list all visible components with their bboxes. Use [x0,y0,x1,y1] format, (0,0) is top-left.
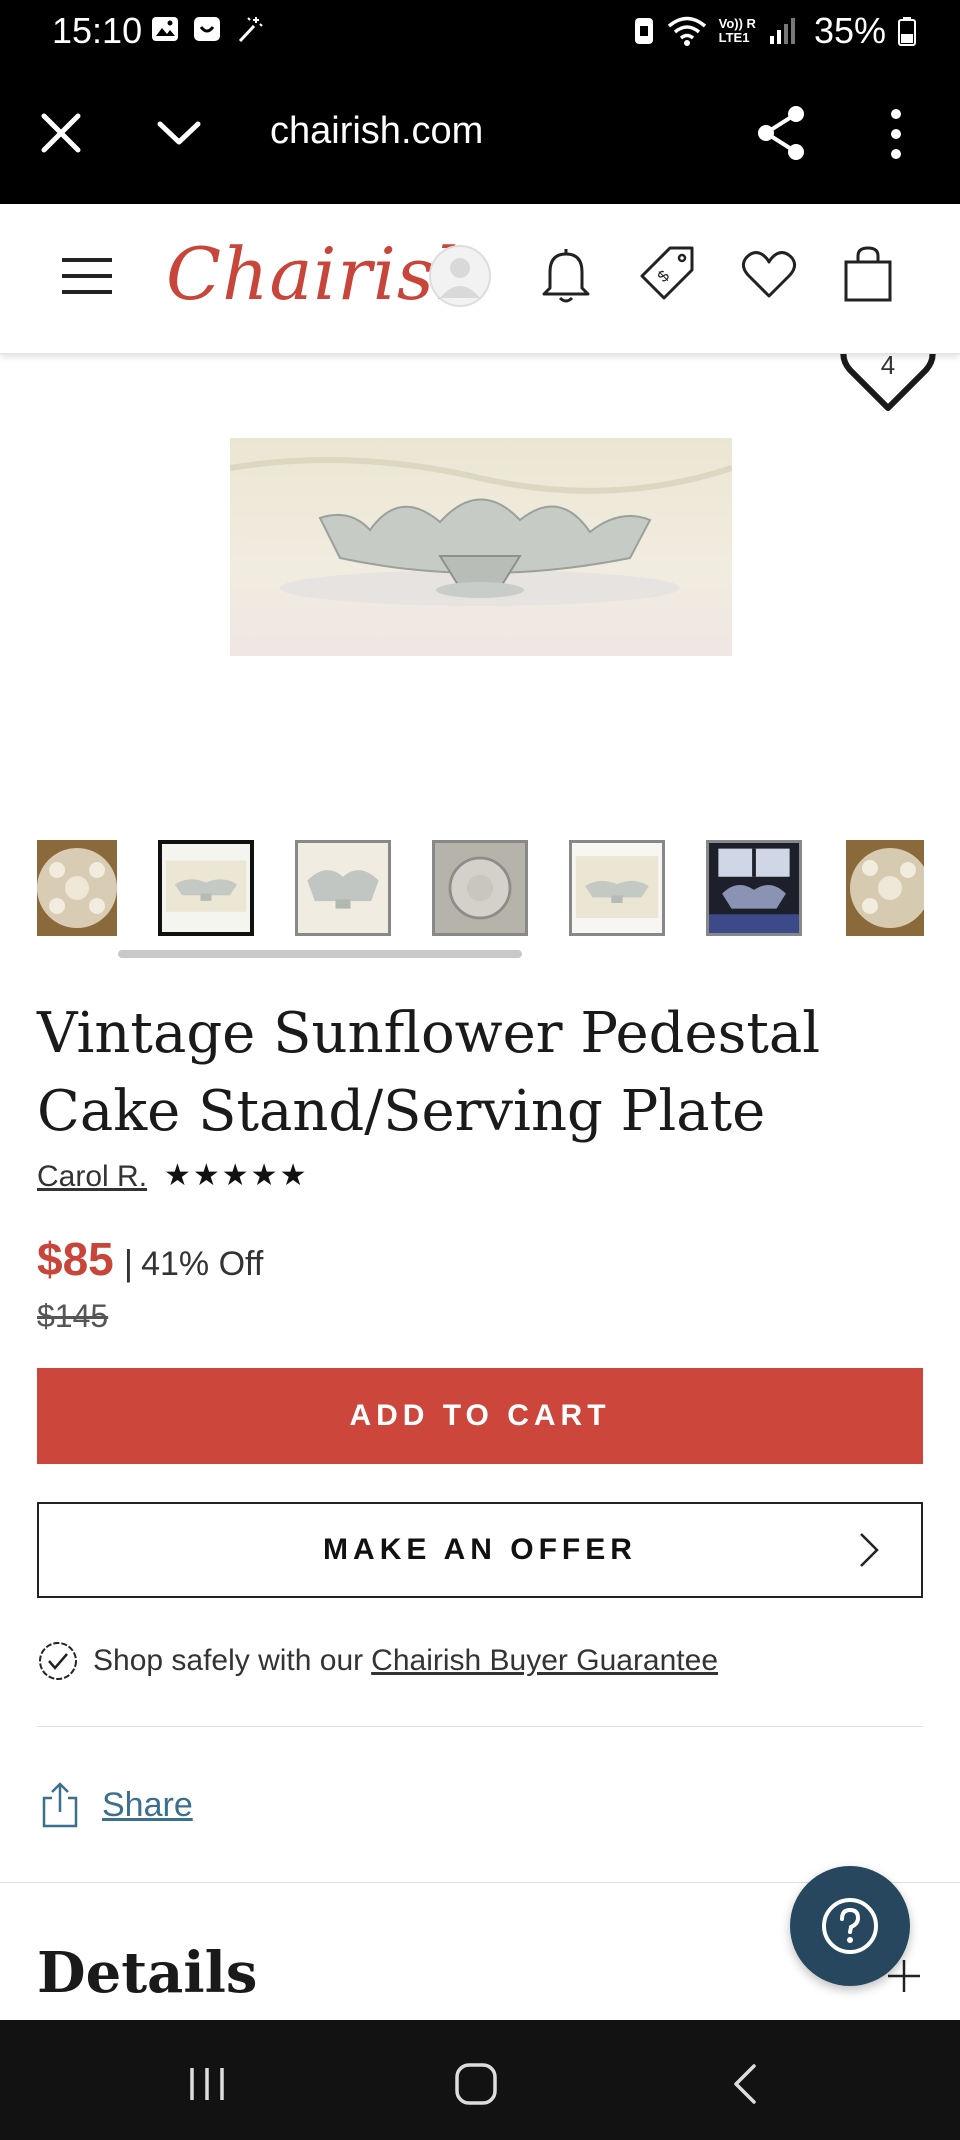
close-icon[interactable] [38,110,84,156]
seller-rating-stars: ★★★★★ [164,1159,309,1192]
thumbnail-scrollbar[interactable] [118,950,522,958]
favorite-count: 4 [880,350,896,380]
add-to-cart-button[interactable]: ADD TO CART [37,1368,923,1464]
share-link[interactable]: Share [40,1782,193,1828]
battery-level: 35% [813,10,886,51]
thumbnail-1[interactable] [37,840,117,936]
product-title: Vintage Sunflower Pedestal Cake Stand/Se… [37,1001,821,1144]
thumbnail-5[interactable] [569,840,665,936]
original-price: $145 [37,1298,109,1334]
thumbnail-6[interactable] [706,840,802,936]
magic-wand-icon [238,17,263,43]
help-icon [822,1898,878,1954]
thumbnail-4[interactable] [432,840,528,936]
share-icon[interactable] [754,104,808,162]
upload-share-icon [42,1782,78,1828]
system-nav-bar [0,2020,960,2140]
more-vert-icon[interactable] [886,106,906,162]
status-system-icons: Vo)) R LTE1 35% [633,10,916,52]
seller-link[interactable]: Carol R. [37,1160,147,1194]
details-heading[interactable]: Details [37,1940,257,2006]
status-time: 15:10 [52,10,143,51]
avatar-icon[interactable] [428,244,492,308]
smile-icon [194,17,220,41]
buyer-guarantee: Shop safely with our Chairish Buyer Guar… [37,1640,718,1682]
product-main-image[interactable] [230,438,732,656]
price-row: $85 | 41% Off [37,1232,263,1286]
sim-icon [634,18,653,44]
battery-icon [898,17,916,46]
recent-apps-icon[interactable] [186,2066,228,2102]
signal-icon [769,18,795,44]
back-icon[interactable] [730,2062,760,2106]
discount-label: 41% Off [141,1245,264,1283]
menu-icon[interactable] [60,256,114,296]
guarantee-link[interactable]: Chairish Buyer Guarantee [371,1644,718,1678]
thumbnail-3[interactable] [295,840,391,936]
browser-toolbar: chairish.com [0,62,960,204]
check-circle-icon [39,1642,77,1680]
help-button[interactable] [790,1866,910,1986]
thumbnail-2[interactable] [158,840,254,936]
gallery-icon [152,17,178,41]
thumbnail-7[interactable] [846,840,924,936]
price-tag-icon[interactable]: $ [638,244,696,302]
site-header: Chairish $ [0,204,960,354]
chevron-down-icon[interactable] [154,114,204,154]
thumbnail-strip [0,840,960,940]
guarantee-text: Shop safely with our [93,1644,364,1677]
make-offer-label: MAKE AN OFFER [323,1533,637,1566]
url-text[interactable]: chairish.com [270,110,483,153]
volte-label: Vo)) R LTE1 [718,16,756,45]
heart-icon[interactable] [740,248,798,300]
status-notification-icons [150,14,264,44]
chevron-right-icon [860,1533,879,1567]
status-bar: 15:10 Vo)) R LTE1 35% [0,0,960,62]
bell-icon[interactable] [540,246,592,304]
shopping-bag-icon[interactable] [842,244,894,304]
svg-text:$: $ [655,268,673,286]
wifi-icon [667,16,706,46]
divider [37,1726,923,1727]
price-separator: | [123,1242,134,1283]
sale-price: $85 [37,1233,114,1285]
share-label: Share [102,1785,193,1824]
home-icon[interactable] [454,2062,498,2106]
make-offer-button[interactable]: MAKE AN OFFER [37,1502,923,1598]
